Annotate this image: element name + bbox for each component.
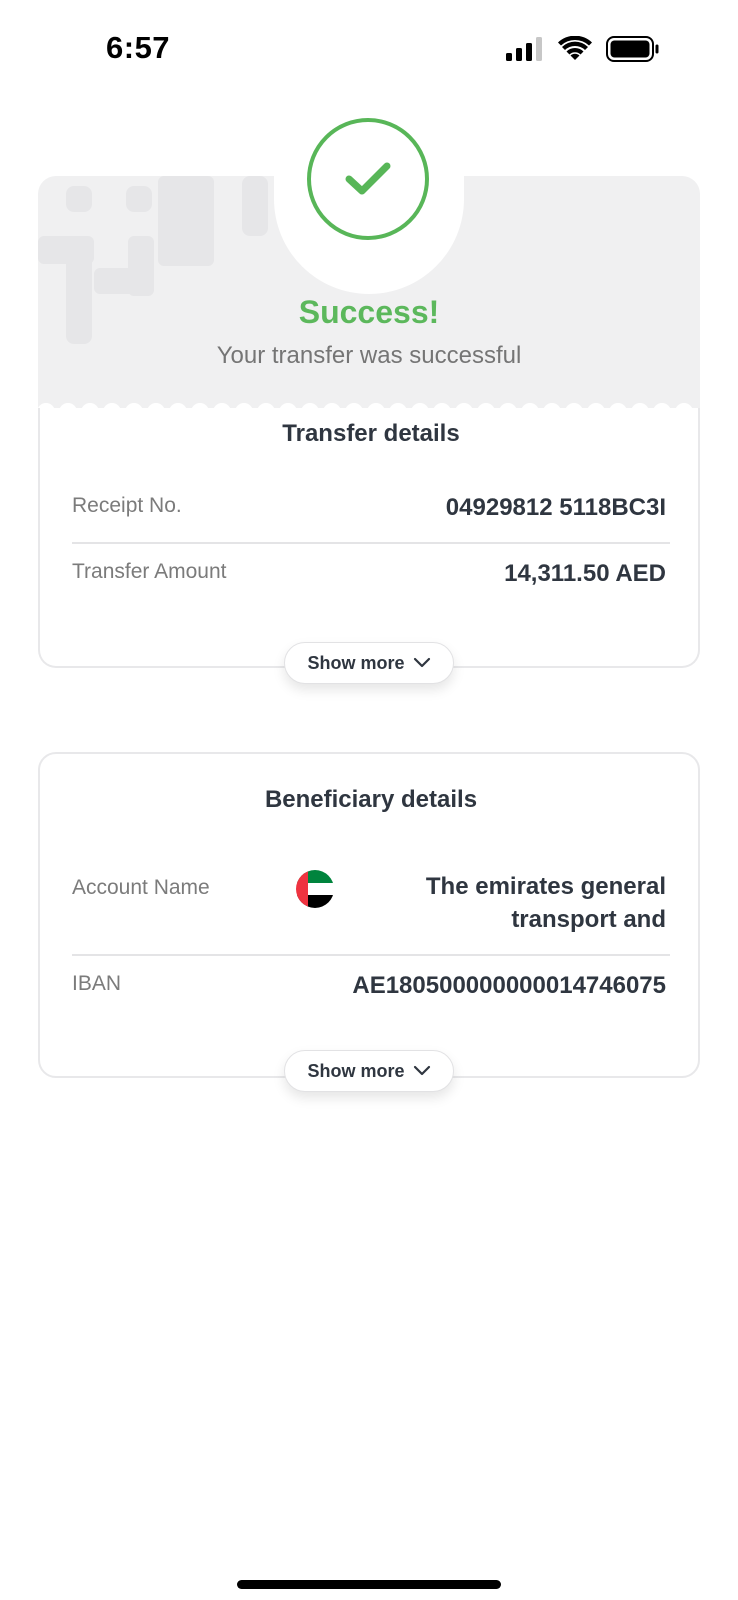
success-subtitle: Your transfer was successful <box>216 342 522 369</box>
chevron-down-icon <box>413 1061 431 1082</box>
transfer-amount-label: Transfer Amount <box>72 560 227 583</box>
iban-label: IBAN <box>72 972 122 995</box>
account-name-label: Account Name <box>72 876 210 899</box>
status-bar: 6:57 <box>0 0 738 100</box>
status-icons <box>506 35 660 67</box>
transfer-amount-value: 14,311.50 AED <box>504 560 666 587</box>
status-time: 6:57 <box>106 30 171 65</box>
beneficiary-show-more-button[interactable]: Show more <box>284 1050 454 1092</box>
show-more-label: Show more <box>307 652 405 673</box>
check-circle-icon <box>307 118 429 240</box>
beneficiary-details-heading: Beneficiary details <box>264 786 478 813</box>
home-indicator[interactable] <box>237 1580 501 1589</box>
beneficiary-details-card: Beneficiary details Account Name The emi… <box>38 752 700 1092</box>
receipt-no-value: 04929812 5118BC3I <box>445 494 666 521</box>
uae-flag-icon <box>296 870 334 908</box>
iban-value: AE180500000000014746075 <box>352 972 666 999</box>
chevron-down-icon <box>413 653 431 674</box>
account-name-value: The emirates general transport and <box>426 870 666 936</box>
account-name-line-2: transport and <box>511 906 666 933</box>
transfer-details-section: Transfer details Receipt No. 04929812 51… <box>38 408 700 668</box>
transfer-details-heading: Transfer details <box>282 420 460 447</box>
wifi-icon <box>558 35 592 67</box>
receipt-no-label: Receipt No. <box>72 494 182 517</box>
show-more-label: Show more <box>307 1060 405 1081</box>
cellular-signal-icon <box>506 37 544 66</box>
row-divider <box>72 954 670 956</box>
transfer-receipt-card: Success! Your transfer was successful Tr… <box>38 116 700 684</box>
battery-icon <box>606 36 660 67</box>
row-divider <box>72 542 670 544</box>
transfer-show-more-button[interactable]: Show more <box>284 642 454 684</box>
account-name-line-1: The emirates general <box>425 873 666 900</box>
success-title: Success! <box>298 294 440 330</box>
